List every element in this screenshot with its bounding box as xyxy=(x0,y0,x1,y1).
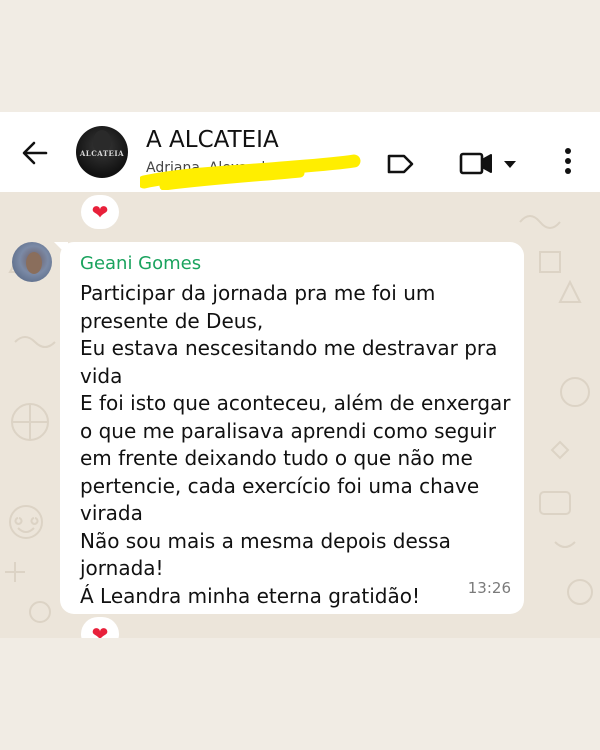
group-avatar[interactable]: ALCATEIA xyxy=(76,126,128,178)
video-camera-icon xyxy=(459,152,492,175)
avatar-face xyxy=(26,252,42,274)
label-button[interactable] xyxy=(384,150,416,178)
sender-avatar[interactable] xyxy=(12,242,52,282)
video-call-button[interactable] xyxy=(458,148,494,178)
chat-header: ALCATEIA A ALCATEIA Adriana, Alexandra, … xyxy=(0,112,600,192)
heart-icon: ❤ xyxy=(91,200,109,224)
group-avatar-text: ALCATEIA xyxy=(79,149,125,158)
message-timestamp: 13:26 xyxy=(467,579,511,597)
message-text: Participar da jornada pra me foi um pres… xyxy=(80,281,511,608)
reaction-heart-bottom[interactable]: ❤ xyxy=(81,617,119,638)
arrow-left-icon xyxy=(22,141,48,165)
chat-background: ❤ Geani Gomes Participar da jornada pra … xyxy=(0,192,600,638)
message-bubble[interactable]: Geani Gomes Participar da jornada pra me… xyxy=(60,242,524,614)
yellow-highlight-scribble xyxy=(140,154,361,190)
chat-screen: ALCATEIA A ALCATEIA Adriana, Alexandra, … xyxy=(0,112,600,638)
more-vertical-icon xyxy=(565,148,571,174)
heart-icon: ❤ xyxy=(91,622,109,638)
menu-button[interactable] xyxy=(558,144,578,178)
call-options-dropdown[interactable] xyxy=(502,156,518,170)
reaction-heart-top[interactable]: ❤ xyxy=(81,195,119,229)
caret-down-icon xyxy=(504,161,516,168)
back-button[interactable] xyxy=(20,138,50,168)
group-title[interactable]: A ALCATEIA xyxy=(146,127,279,153)
label-tag-icon xyxy=(387,154,414,174)
sender-name[interactable]: Geani Gomes xyxy=(80,253,201,274)
